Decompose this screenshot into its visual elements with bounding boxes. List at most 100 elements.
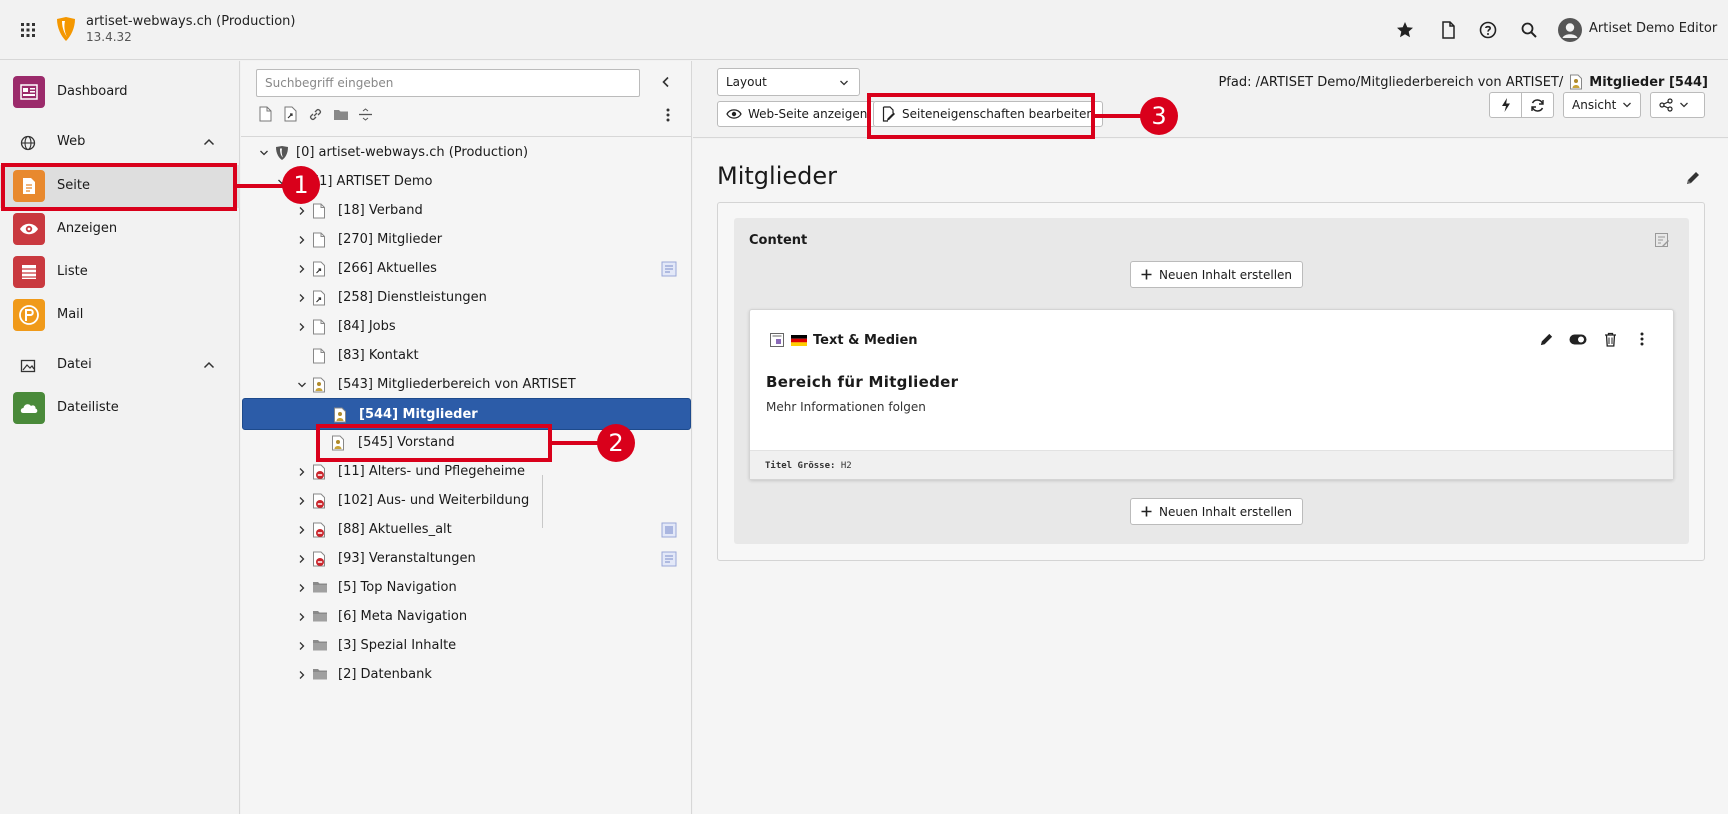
tree-node[interactable]: [266] Aktuelles: [241, 253, 692, 285]
tree-search-input[interactable]: [256, 69, 640, 97]
tree-node[interactable]: [5] Top Navigation: [241, 572, 692, 604]
chevron-right-icon[interactable]: [297, 206, 307, 216]
view-webpage-label: Web-Seite anzeigen: [748, 107, 868, 121]
link-page-icon[interactable]: [307, 105, 324, 123]
toggle-visibility-icon[interactable]: [1569, 330, 1587, 348]
chevron-right-icon[interactable]: [297, 235, 307, 245]
pencil-icon[interactable]: [1537, 330, 1555, 348]
chevron-right-icon[interactable]: [297, 612, 307, 622]
chevron-down-icon[interactable]: [297, 380, 307, 390]
new-content-button[interactable]: Neuen Inhalt erstellen: [1130, 261, 1304, 288]
page-icon: [312, 319, 328, 335]
chevron-right-icon[interactable]: [297, 641, 307, 651]
more-options-icon[interactable]: [1633, 330, 1651, 348]
tree-node[interactable]: [543] Mitgliederbereich von ARTISET: [241, 369, 692, 401]
highlight-connector-3: [1095, 114, 1141, 118]
apps-grid-icon[interactable]: [18, 20, 38, 40]
sidebar-item-dateiliste[interactable]: Dateiliste: [0, 387, 240, 430]
view-webpage-button[interactable]: Web-Seite anzeigen: [717, 101, 877, 127]
tree-node[interactable]: [270] Mitglieder: [241, 224, 692, 256]
tree-node-label: [18] Verband: [338, 203, 423, 218]
more-options-icon[interactable]: [665, 107, 671, 123]
chevron-down-icon[interactable]: [259, 148, 269, 158]
tree-node[interactable]: [93] Veranstaltungen: [241, 543, 692, 575]
shortcut-page-icon[interactable]: [282, 105, 299, 123]
tree-node[interactable]: [258] Dienstleistungen: [241, 282, 692, 314]
content-element-footer: Titel Grösse: H2: [750, 450, 1673, 479]
tree-node[interactable]: [88] Aktuelles_alt: [241, 514, 692, 546]
tree-node[interactable]: [0] artiset-webways.ch (Production): [241, 137, 692, 169]
spacer-icon[interactable]: [357, 105, 374, 123]
share-dropdown-button[interactable]: [1650, 92, 1705, 118]
collapse-tree-icon[interactable]: [659, 75, 673, 89]
tree-node-label: [83] Kontakt: [338, 348, 419, 363]
content-badge-icon: [661, 551, 677, 567]
tree-node[interactable]: [84] Jobs: [241, 311, 692, 343]
new-content-label: Neuen Inhalt erstellen: [1159, 504, 1293, 519]
chevron-right-icon[interactable]: [297, 554, 307, 564]
dashboard-icon: [13, 76, 45, 108]
new-content-button[interactable]: Neuen Inhalt erstellen: [1130, 498, 1304, 525]
site-version: 13.4.32: [86, 30, 132, 44]
chevron-right-icon[interactable]: [297, 525, 307, 535]
highlight-connector-2: [552, 441, 598, 445]
page-module-content: Mitglieder Content Neuen Inhalt erstelle…: [693, 139, 1728, 814]
folder-icon[interactable]: [332, 105, 349, 123]
user-name[interactable]: Artiset Demo Editor: [1589, 21, 1717, 36]
news-badge-icon: [661, 522, 677, 538]
chevron-right-icon[interactable]: [297, 467, 307, 477]
help-icon[interactable]: [1478, 20, 1498, 40]
search-icon[interactable]: [1519, 20, 1539, 40]
tree-node-label: [544] Mitglieder: [359, 407, 478, 422]
chevron-right-icon[interactable]: [297, 264, 307, 274]
page-title: Mitglieder: [717, 162, 837, 190]
content-badge-icon: [661, 261, 677, 277]
tree-node-label: [258] Dienstleistungen: [338, 290, 487, 305]
step-marker-2: 2: [597, 424, 635, 462]
highlight-connector-1: [236, 184, 286, 188]
chevron-right-icon[interactable]: [297, 322, 307, 332]
sidebar-item-dashboard[interactable]: Dashboard: [0, 71, 240, 114]
content-element-card[interactable]: Text & Medien Bereich für Mitglieder Meh…: [749, 309, 1674, 480]
tree-node-label: [266] Aktuelles: [338, 261, 437, 276]
sidebar-label-dashboard: Dashboard: [57, 84, 128, 99]
document-icon[interactable]: [1438, 20, 1458, 40]
chevron-up-icon[interactable]: [202, 135, 216, 149]
page-icon: [312, 232, 328, 248]
tree-node[interactable]: [2] Datenbank: [241, 659, 692, 691]
tree-node[interactable]: [3] Spezial Inhalte: [241, 630, 692, 662]
sidebar-item-anzeigen[interactable]: Anzeigen: [0, 208, 240, 251]
chevron-right-icon[interactable]: [297, 496, 307, 506]
bookmark-star-icon[interactable]: [1395, 20, 1415, 40]
view-dropdown-button[interactable]: Ansicht: [1563, 92, 1641, 118]
tree-node[interactable]: [6] Meta Navigation: [241, 601, 692, 633]
tree-node-label: [543] Mitgliederbereich von ARTISET: [338, 377, 576, 392]
tree-toolbar: [257, 105, 374, 125]
user-avatar[interactable]: [1558, 18, 1582, 42]
sidebar-group-datei[interactable]: Datei: [0, 350, 240, 380]
chevron-right-icon[interactable]: [297, 670, 307, 680]
sidebar-item-mail[interactable]: Mail: [0, 294, 240, 337]
chevron-right-icon[interactable]: [297, 583, 307, 593]
sidebar-item-liste[interactable]: Liste: [0, 251, 240, 294]
trash-icon[interactable]: [1601, 330, 1619, 348]
tree-node[interactable]: [102] Aus- und Weiterbildung: [241, 485, 692, 517]
plus-icon: [1141, 506, 1152, 517]
restricted-page-icon: [1569, 74, 1583, 90]
sidebar-group-web[interactable]: Web: [0, 127, 240, 157]
clear-cache-button[interactable]: [1489, 92, 1522, 118]
reload-button[interactable]: [1521, 92, 1554, 118]
typo3-logo-icon[interactable]: [55, 16, 77, 42]
pencil-icon[interactable]: [1685, 170, 1701, 186]
hidden-page-icon: [312, 464, 328, 480]
new-page-icon[interactable]: [257, 105, 274, 123]
tree-node[interactable]: [83] Kontakt: [241, 340, 692, 372]
column-edit-icon[interactable]: [1654, 232, 1670, 248]
site-name[interactable]: artiset-webways.ch (Production): [86, 14, 296, 29]
plus-icon: [1141, 269, 1152, 280]
page-icon: [312, 348, 328, 364]
chevron-right-icon[interactable]: [297, 293, 307, 303]
eye-icon: [726, 108, 742, 120]
layout-select[interactable]: Layout: [717, 68, 860, 96]
chevron-up-icon[interactable]: [202, 358, 216, 372]
